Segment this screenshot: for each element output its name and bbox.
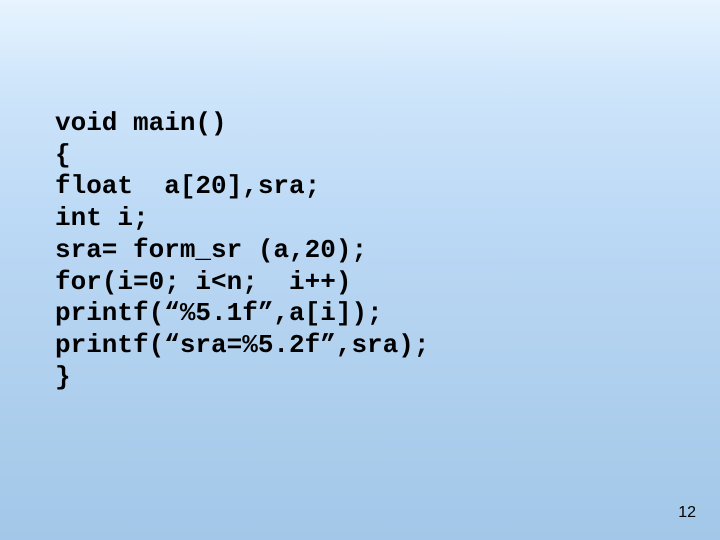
code-block: void main() { float a[20],sra; int i; sr… — [55, 108, 429, 393]
page-number: 12 — [678, 504, 696, 522]
slide: void main() { float a[20],sra; int i; sr… — [0, 0, 720, 540]
